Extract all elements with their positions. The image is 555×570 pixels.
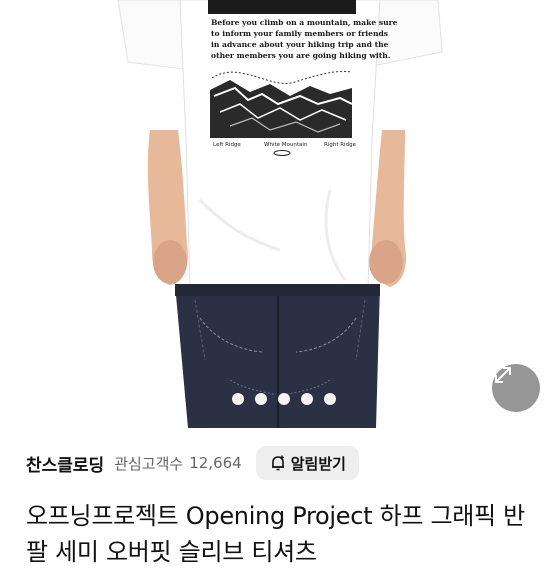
carousel-dot[interactable] (301, 393, 313, 405)
alarm-subscribe-label: 알림받기 (290, 454, 346, 473)
carousel-dot[interactable] (255, 393, 267, 405)
carousel-indicator (232, 392, 336, 406)
product-title: 오프닝프로젝트 Opening Project 하프 그래픽 반팔 세미 오버핏… (26, 502, 525, 566)
expand-image-button[interactable] (492, 364, 540, 412)
carousel-dot[interactable] (324, 393, 336, 405)
product-photo[interactable]: Before you climb on a mountain, make sur… (0, 0, 555, 428)
alarm-subscribe-button[interactable]: 알림받기 (255, 446, 359, 480)
interest-label: 관심고객수 (114, 454, 184, 473)
print-line-1: Before you climb on a mountain, make sur… (211, 18, 398, 27)
carousel-dot[interactable] (278, 393, 290, 405)
print-line-3: in advance about your hiking trip and th… (211, 40, 389, 49)
print-line-2: to inform your family members or friends (211, 29, 388, 38)
print-label-right: Right Ridge (324, 142, 357, 148)
store-info-row: 찬스클로딩 관심고객수 12,664 알림받기 (26, 444, 536, 482)
product-image: Before you climb on a mountain, make sur… (117, 0, 443, 428)
bell-plus-icon (271, 455, 284, 471)
store-name[interactable]: 찬스클로딩 (26, 451, 104, 476)
carousel-dot[interactable] (232, 393, 244, 405)
print-line-4: other members you are going hiking with. (211, 51, 391, 60)
print-label-left: Left Ridge (213, 142, 241, 148)
interest-count: 12,664 (189, 454, 242, 472)
expand-arrows-icon (495, 367, 511, 383)
print-label-center: White Mountain (264, 142, 308, 148)
